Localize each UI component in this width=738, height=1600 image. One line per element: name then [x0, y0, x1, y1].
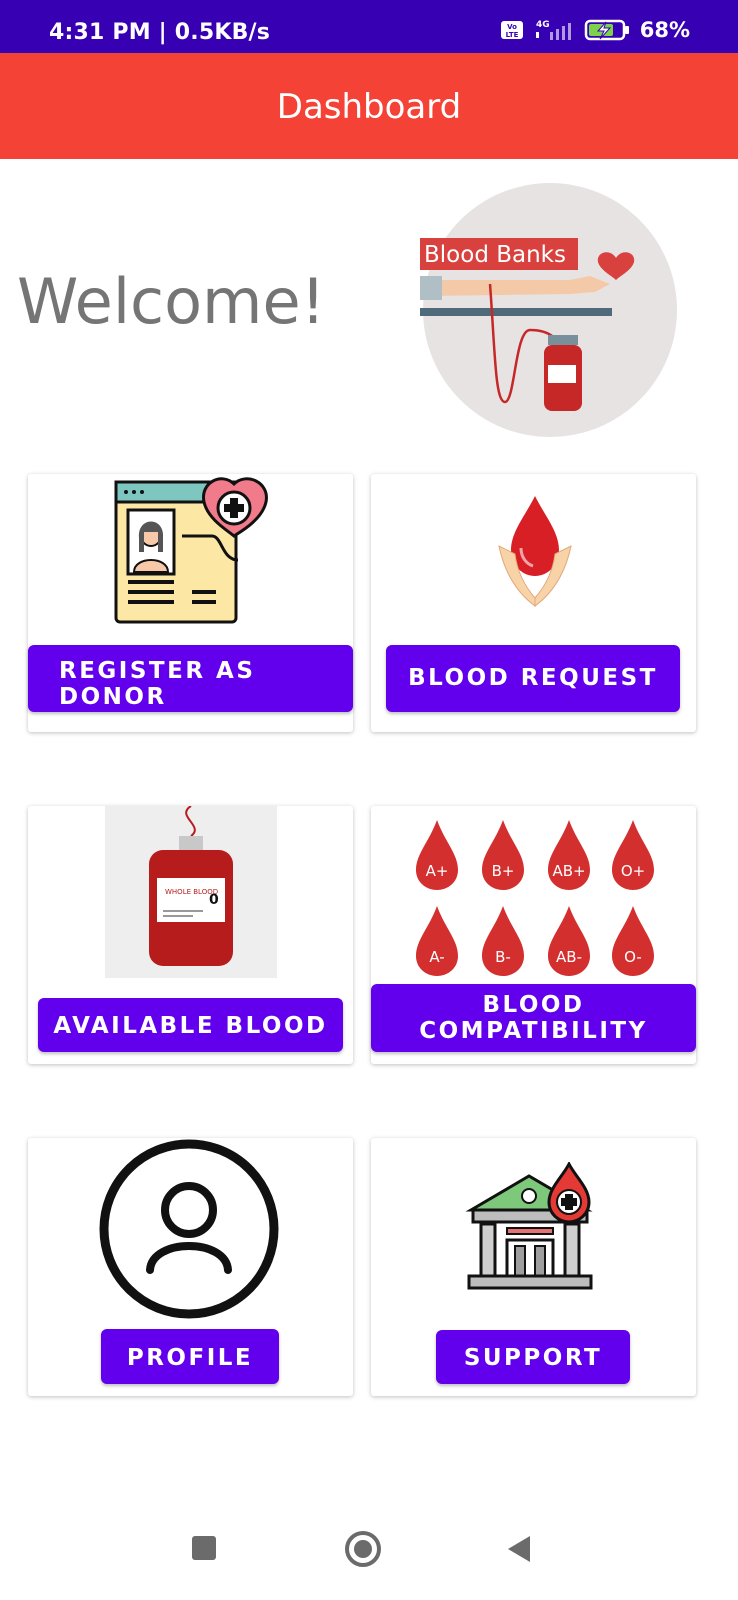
battery-icon — [584, 19, 629, 41]
blood-compatibility-card[interactable]: A+ B+ AB+ O+ A- B- AB- O- BLOOD COMPATIBILITY — [371, 806, 696, 1064]
blood-group-drop: B- — [482, 906, 524, 976]
blood-group-drop: O- — [612, 906, 654, 976]
volte-icon: Vo LTE — [500, 21, 523, 39]
blood-compatibility-button[interactable]: BLOOD COMPATIBILITY — [371, 984, 696, 1052]
blood-drop-hands-icon — [498, 496, 572, 607]
blood-group-drop: AB+ — [548, 820, 590, 890]
blood-group-label: A+ — [426, 862, 449, 880]
support-button[interactable]: SUPPORT — [436, 1330, 630, 1384]
circle-home-icon[interactable] — [344, 1530, 382, 1568]
svg-text:4G: 4G — [536, 20, 550, 30]
register-donor-label: REGISTER AS DONOR — [59, 658, 256, 710]
blood-request-label: BLOOD REQUEST — [408, 665, 658, 691]
profile-label: PROFILE — [126, 1345, 254, 1371]
blood-request-card[interactable]: BLOOD REQUEST — [371, 474, 696, 732]
blood-group-label: O- — [624, 948, 642, 966]
bag-group-text: 0 — [209, 892, 219, 908]
app-bar: Dashboard — [0, 53, 738, 159]
status-indicators: Vo LTE 4G 68% — [500, 18, 690, 42]
blood-groups-grid: A+ B+ AB+ O+ A- B- AB- O- — [371, 814, 696, 984]
blood-group-drop: AB- — [548, 906, 590, 976]
blood-group-label: B- — [495, 948, 511, 966]
svg-text:Vo: Vo — [507, 23, 517, 31]
user-profile-icon — [99, 1139, 279, 1319]
status-bar: 4:31 PM | 0.5KB/s Vo LTE 4G 68% — [0, 0, 738, 53]
blood-group-label: A- — [429, 948, 444, 966]
blood-group-drop: A+ — [416, 820, 458, 890]
blood-group-label: AB+ — [552, 862, 585, 880]
square-icon[interactable] — [190, 1534, 218, 1562]
page-title: Dashboard — [276, 87, 462, 127]
available-blood-card[interactable]: WHOLE BLOOD 0 AVAILABLE BLOOD — [28, 806, 353, 1064]
register-donor-button[interactable]: REGISTER AS DONOR — [28, 645, 353, 712]
profile-button[interactable]: PROFILE — [101, 1329, 279, 1384]
profile-card[interactable]: PROFILE — [28, 1138, 353, 1396]
blood-bag-image: WHOLE BLOOD 0 — [105, 806, 277, 978]
blood-request-button[interactable]: BLOOD REQUEST — [386, 645, 680, 712]
system-nav-bar — [0, 1500, 738, 1600]
blood-banks-label: Blood Banks — [424, 242, 566, 268]
blood-group-drop: B+ — [482, 820, 524, 890]
donor-registration-icon — [114, 477, 268, 624]
blood-group-drop: A- — [416, 906, 458, 976]
svg-text:LTE: LTE — [505, 31, 518, 39]
battery-percent: 68% — [639, 18, 690, 42]
blood-group-drops: A+ B+ AB+ O+ A- B- AB- O- — [416, 820, 654, 976]
available-blood-label: AVAILABLE BLOOD — [53, 1013, 328, 1039]
register-donor-card[interactable]: REGISTER AS DONOR — [28, 474, 353, 732]
status-time: 4:31 PM | 0.5KB/s — [49, 20, 271, 45]
welcome-heading: Welcome! — [17, 265, 326, 338]
triangle-back-icon[interactable] — [504, 1534, 534, 1564]
available-blood-button[interactable]: AVAILABLE BLOOD — [38, 998, 343, 1052]
blood-group-label: O+ — [621, 862, 645, 880]
signal-icon: 4G — [535, 20, 571, 40]
hospital-building-icon — [465, 1162, 593, 1290]
support-label: SUPPORT — [463, 1345, 603, 1371]
blood-group-label: AB- — [556, 948, 582, 966]
blood-group-label: B+ — [492, 862, 515, 880]
blood-compatibility-label: BLOOD COMPATIBILITY — [419, 992, 648, 1044]
support-card[interactable]: SUPPORT — [371, 1138, 696, 1396]
blood-bank-hero-image: Blood Banks — [420, 183, 677, 437]
blood-group-drop: O+ — [612, 820, 654, 890]
